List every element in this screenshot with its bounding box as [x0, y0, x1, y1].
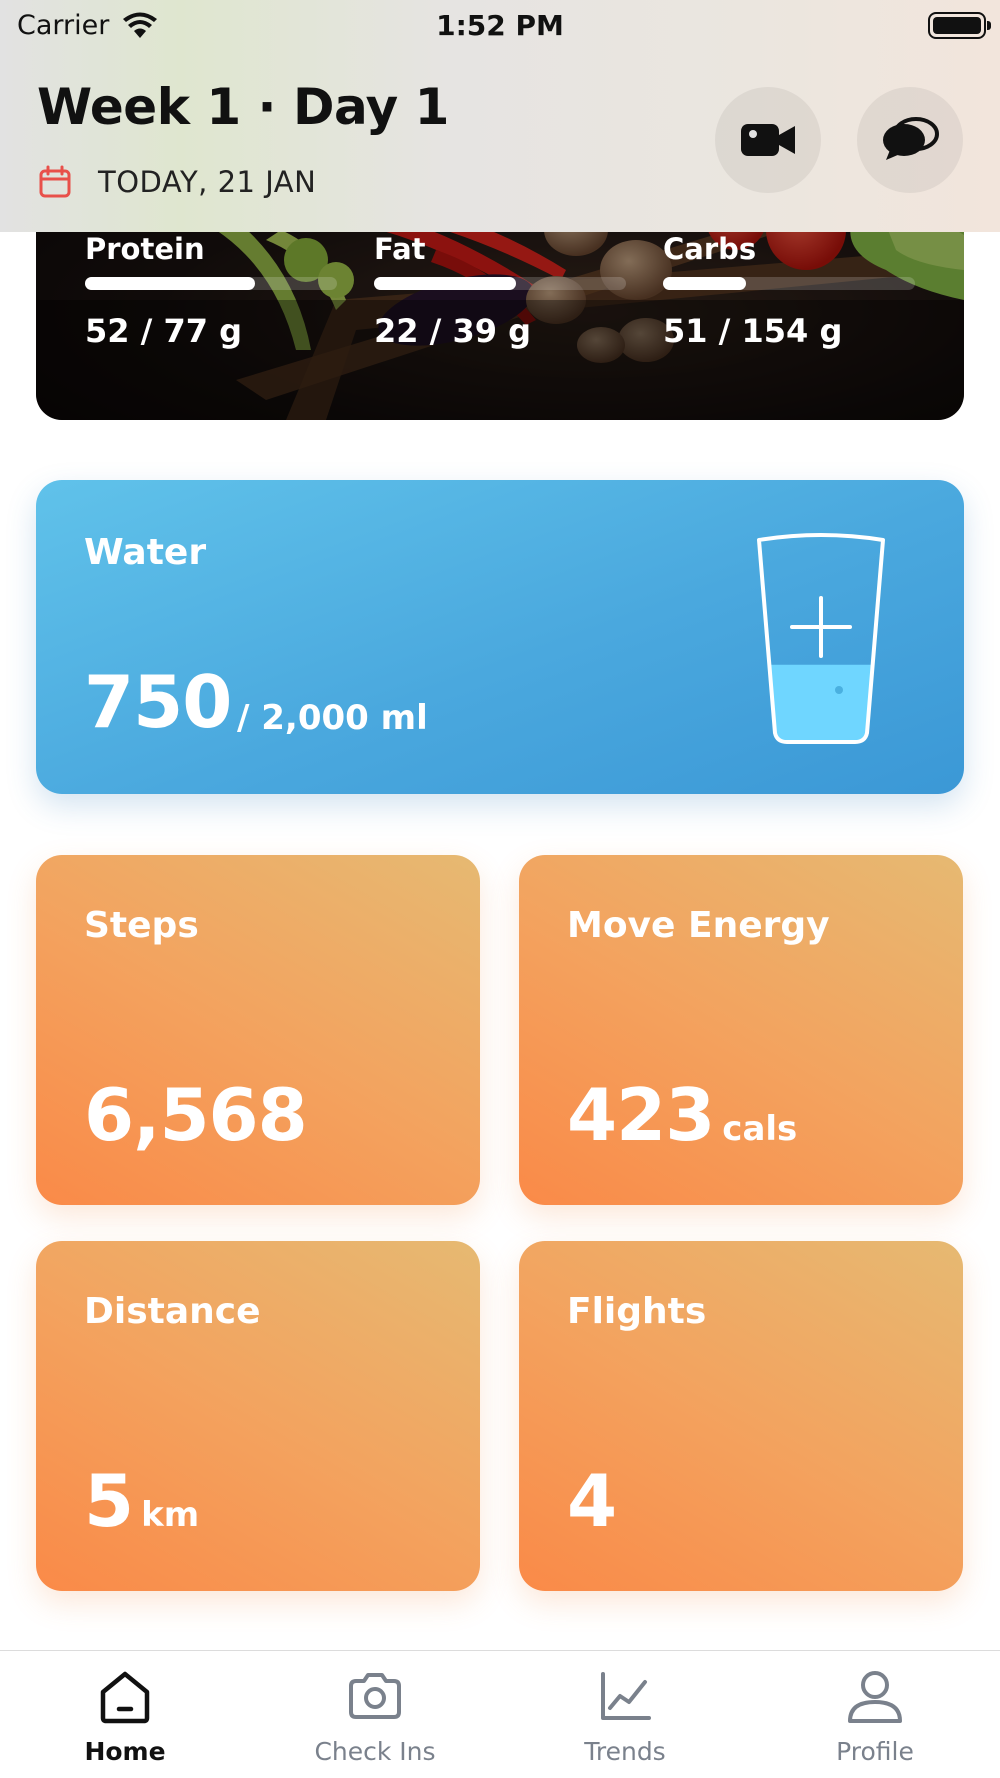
tab-profile[interactable]: Profile	[750, 1651, 1000, 1778]
video-call-button[interactable]	[715, 87, 821, 193]
tab-trends[interactable]: Trends	[500, 1651, 750, 1778]
battery-icon	[928, 12, 991, 39]
steps-value: 6,568	[84, 1073, 308, 1157]
water-card[interactable]: Water 750 / 2,000 ml	[36, 480, 964, 794]
page-title: Week 1 · Day 1	[37, 78, 449, 136]
tab-bar: Home Check Ins Trends Profile	[0, 1650, 1000, 1778]
distance-value: 5	[84, 1459, 134, 1543]
tab-check-ins[interactable]: Check Ins	[250, 1651, 500, 1778]
macro-progress-fill	[663, 277, 747, 290]
distance-unit: km	[141, 1495, 200, 1535]
tab-home[interactable]: Home	[0, 1651, 250, 1778]
status-bar: Carrier 1:52 PM	[0, 0, 1000, 52]
move-energy-title: Move Energy	[567, 905, 830, 946]
video-camera-icon	[741, 124, 795, 156]
flights-value: 4	[567, 1459, 617, 1543]
person-icon	[848, 1671, 902, 1723]
macro-label: Carbs	[663, 232, 757, 266]
macro-value: 22 / 39 g	[374, 312, 532, 350]
macro-protein: Protein 52 / 77 g	[85, 232, 337, 350]
macro-label: Protein	[85, 232, 205, 266]
macro-progress-bar	[374, 277, 626, 290]
water-amount: 750	[84, 660, 232, 744]
flights-title: Flights	[567, 1291, 707, 1332]
macro-carbs: Carbs 51 / 154 g	[663, 232, 915, 350]
date-selector[interactable]: TODAY, 21 JAN	[38, 162, 316, 202]
move-energy-value: 423	[567, 1073, 715, 1157]
tab-label: Trends	[584, 1737, 666, 1766]
date-label: TODAY, 21 JAN	[98, 165, 317, 199]
macro-value: 51 / 154 g	[663, 312, 843, 350]
distance-title: Distance	[84, 1291, 261, 1332]
tab-label: Check Ins	[314, 1737, 436, 1766]
macro-fat: Fat 22 / 39 g	[374, 232, 626, 350]
steps-card[interactable]: Steps 6,568	[36, 855, 480, 1205]
water-level-fill	[759, 664, 883, 742]
move-energy-unit: cals	[722, 1109, 798, 1149]
calendar-icon	[39, 165, 71, 198]
macro-progress-fill	[374, 277, 517, 290]
camera-icon	[349, 1673, 401, 1719]
macro-label: Fat	[374, 232, 426, 266]
home-icon	[100, 1671, 150, 1724]
water-goal: / 2,000 ml	[237, 698, 428, 738]
macro-value: 52 / 77 g	[85, 312, 243, 350]
tab-label: Home	[84, 1737, 166, 1766]
macro-progress-bar	[663, 277, 915, 290]
distance-card[interactable]: Distance 5 km	[36, 1241, 480, 1591]
status-time: 1:52 PM	[436, 9, 564, 42]
move-energy-card[interactable]: Move Energy 423 cals	[519, 855, 963, 1205]
chat-bubbles-icon	[883, 117, 939, 160]
flights-card[interactable]: Flights 4	[519, 1241, 963, 1591]
water-glass-plus-icon[interactable]	[741, 528, 901, 750]
trend-chart-icon	[601, 1672, 651, 1720]
chat-button[interactable]	[857, 87, 963, 193]
header: Carrier 1:52 PM Week 1 · Day 1 TODAY, 21…	[0, 0, 1000, 232]
water-title: Water	[84, 532, 207, 573]
macro-progress-fill	[85, 277, 256, 290]
tab-label: Profile	[836, 1737, 914, 1766]
macro-progress-bar	[85, 277, 337, 290]
steps-title: Steps	[84, 905, 199, 946]
